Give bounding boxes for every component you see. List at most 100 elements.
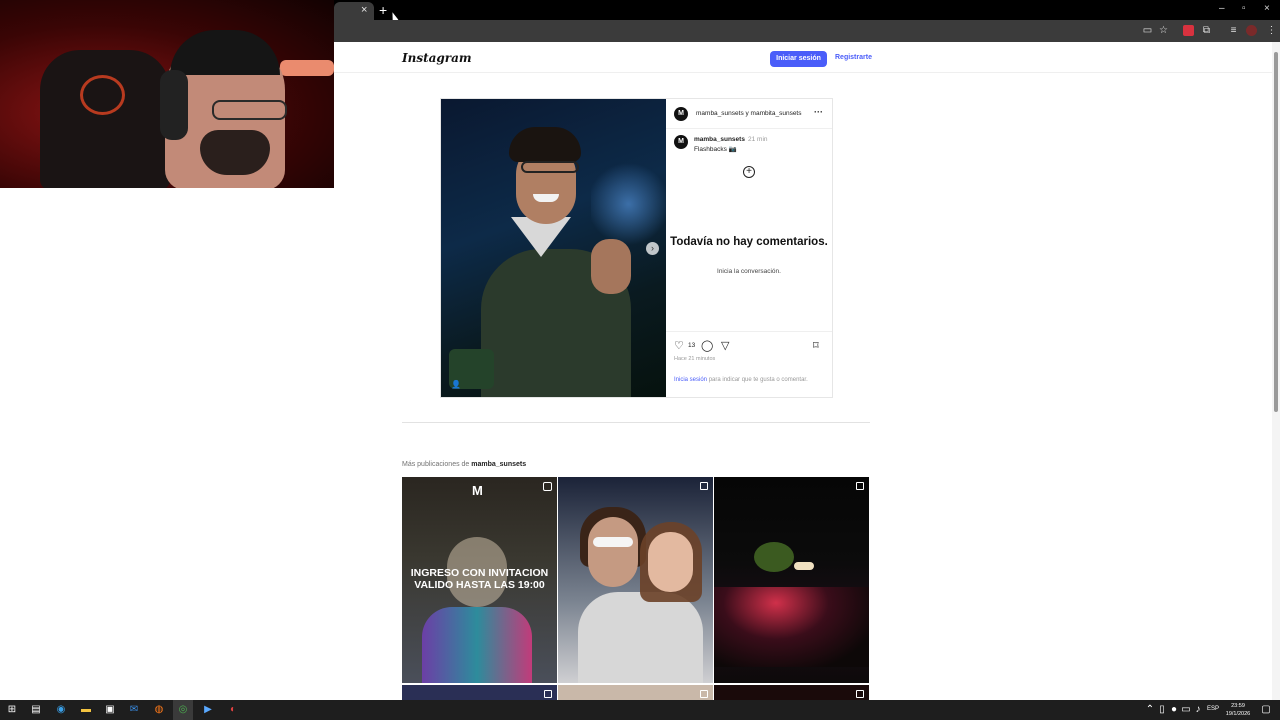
login-button[interactable]: Iniciar sesión [770, 51, 827, 67]
post-actions: ♡ 13 ◯ ▽ ⌑ Hace 21 minutos Inicia sesión… [666, 331, 832, 397]
tab-close-icon[interactable]: × [361, 4, 367, 16]
post-author-avatar[interactable]: M [674, 107, 688, 121]
webcam-beard [200, 130, 270, 175]
webcam-chair [40, 50, 170, 188]
profile-avatar-icon[interactable] [1246, 25, 1257, 36]
bookmark-star-icon[interactable]: ☆ [1158, 25, 1169, 36]
no-comments-heading: Todavía no hay comentarios. [670, 236, 828, 248]
screen: × + – ▫ × ▭ ☆ ⧉ ≡ ⋮ Instagram Iniciar se… [0, 0, 1280, 720]
comment-icon[interactable]: ◯ [701, 339, 713, 352]
tray-mic-icon[interactable]: ● [1168, 704, 1180, 716]
grid-photo-face [588, 517, 638, 587]
new-tab-icon[interactable]: + [379, 2, 387, 18]
store-icon[interactable]: ▣ [104, 704, 116, 716]
volume-icon[interactable]: ♪ [1192, 704, 1204, 716]
taskbar: ⊞ ▤ ◉ ▬ ▣ ✉ ◍ ◎ ▶ ◐ ⌃ ▯ ● ▭ ♪ ESP 23:59 … [0, 700, 1280, 720]
post-sidebar: M mamba_sunsets y mambita_sunsets ··· M … [666, 99, 832, 397]
language-indicator[interactable]: ESP [1207, 706, 1219, 712]
more-posts-heading: Más publicaciones de mamba_sunsets [402, 461, 526, 468]
browser-tab[interactable] [334, 2, 374, 20]
grid-post[interactable] [402, 685, 557, 700]
carousel-post-icon [856, 482, 864, 490]
tray-chevron-icon[interactable]: ⌃ [1144, 704, 1156, 716]
webcam-overlay [0, 0, 334, 188]
carousel-post-icon [700, 690, 708, 698]
add-circle-icon[interactable]: + [743, 166, 755, 178]
more-posts-username[interactable]: mamba_sunsets [471, 461, 526, 468]
grid-photo-body [578, 592, 703, 683]
grid-post[interactable]: M INGRESO CON INVITACION VALIDO HASTA LA… [402, 477, 557, 683]
photo-background-light [591, 159, 666, 249]
webcam-chair-logo [80, 75, 125, 115]
start-conversation-text: Inicia la conversación. [717, 268, 781, 275]
section-divider [402, 422, 870, 423]
grid-post[interactable] [714, 685, 869, 700]
login-prompt: Inicia sesión para indicar que te gusta … [674, 376, 814, 385]
app-blue-icon[interactable]: ▶ [202, 704, 214, 716]
carousel-dots [547, 387, 562, 397]
photo-glasses [521, 161, 579, 173]
photo-hair [509, 127, 581, 162]
notification-icon[interactable]: ▢ [1260, 704, 1272, 716]
mail-icon[interactable]: ✉ [128, 704, 140, 716]
clock-date: 19/1/2026 [1225, 711, 1251, 717]
webcam-light [280, 60, 334, 76]
edge-icon[interactable]: ◉ [55, 704, 67, 716]
more-options-icon[interactable]: ··· [814, 107, 823, 117]
grid-photo-jacket [422, 607, 532, 683]
grid-post-brand: M [472, 483, 483, 498]
tagged-user-icon[interactable]: 👤 [451, 380, 461, 389]
grid-photo-glasses [593, 537, 633, 547]
grid-post[interactable] [558, 477, 713, 683]
cast-icon[interactable]: ▭ [1142, 25, 1153, 36]
grid-photo-light [794, 562, 814, 570]
task-view-icon[interactable]: ▤ [30, 704, 42, 716]
page-scrollbar[interactable] [1272, 42, 1280, 700]
caption-avatar[interactable]: M [674, 135, 688, 149]
network-icon[interactable]: ▭ [1180, 704, 1192, 716]
carousel-next-icon[interactable]: › [646, 242, 659, 255]
extension-red-icon[interactable] [1183, 25, 1194, 36]
carousel-post-icon [856, 690, 864, 698]
clock-time: 23:59 [1231, 703, 1245, 709]
caption-time: 21 min [748, 136, 768, 143]
tray-app-icon[interactable]: ▯ [1156, 704, 1168, 716]
minimize-icon[interactable]: – [1219, 3, 1225, 14]
scrollbar-thumb[interactable] [1274, 52, 1278, 412]
caption-username[interactable]: mamba_sunsets [694, 136, 745, 143]
share-icon[interactable]: ▽ [721, 339, 729, 352]
carousel-post-icon [544, 690, 552, 698]
reel-icon [543, 482, 552, 491]
posted-time: Hace 21 minutos [674, 356, 716, 362]
signup-link[interactable]: Registrarte [835, 54, 872, 61]
firefox-icon[interactable]: ◍ [153, 704, 165, 716]
post-header: M mamba_sunsets y mambita_sunsets ··· [666, 99, 832, 129]
grid-post-overlay-text: INGRESO CON INVITACION VALIDO HASTA LAS … [410, 567, 549, 591]
file-explorer-icon[interactable]: ▬ [80, 704, 92, 716]
photo-smile [533, 194, 559, 202]
media-controls-icon[interactable]: ≡ [1228, 25, 1239, 36]
post-authors[interactable]: mamba_sunsets y mambita_sunsets [696, 110, 802, 117]
login-prompt-text: para indicar que te gusta o comentar. [707, 377, 808, 383]
more-posts-prefix: Más publicaciones de [402, 461, 472, 468]
windows-start-icon[interactable]: ⊞ [6, 704, 18, 716]
save-bookmark-icon[interactable]: ⌑ [813, 339, 819, 352]
instagram-logo[interactable]: Instagram [402, 51, 472, 65]
menu-kebab-icon[interactable]: ⋮ [1266, 25, 1277, 36]
like-count[interactable]: 13 [688, 342, 695, 349]
extensions-icon[interactable]: ⧉ [1201, 25, 1212, 36]
grid-photo-tree [754, 542, 794, 572]
grid-photo-face [648, 532, 693, 592]
like-heart-icon[interactable]: ♡ [674, 339, 684, 352]
login-prompt-link[interactable]: Inicia sesión [674, 377, 707, 383]
window-close-icon[interactable]: × [1264, 3, 1270, 14]
post-photo[interactable]: › 👤 [441, 99, 666, 397]
instagram-header: Instagram Iniciar sesión Registrarte [334, 42, 1272, 73]
taskbar-clock[interactable]: 23:59 19/1/2026 [1222, 702, 1254, 718]
grid-post[interactable] [714, 477, 869, 683]
maximize-icon[interactable]: ▫ [1242, 3, 1246, 14]
app-red-icon[interactable]: ◐ [227, 704, 239, 716]
instagram-page: Instagram Iniciar sesión Registrarte › 👤 [334, 42, 1272, 700]
grid-post[interactable] [558, 685, 713, 700]
chrome-icon[interactable]: ◎ [177, 704, 189, 716]
